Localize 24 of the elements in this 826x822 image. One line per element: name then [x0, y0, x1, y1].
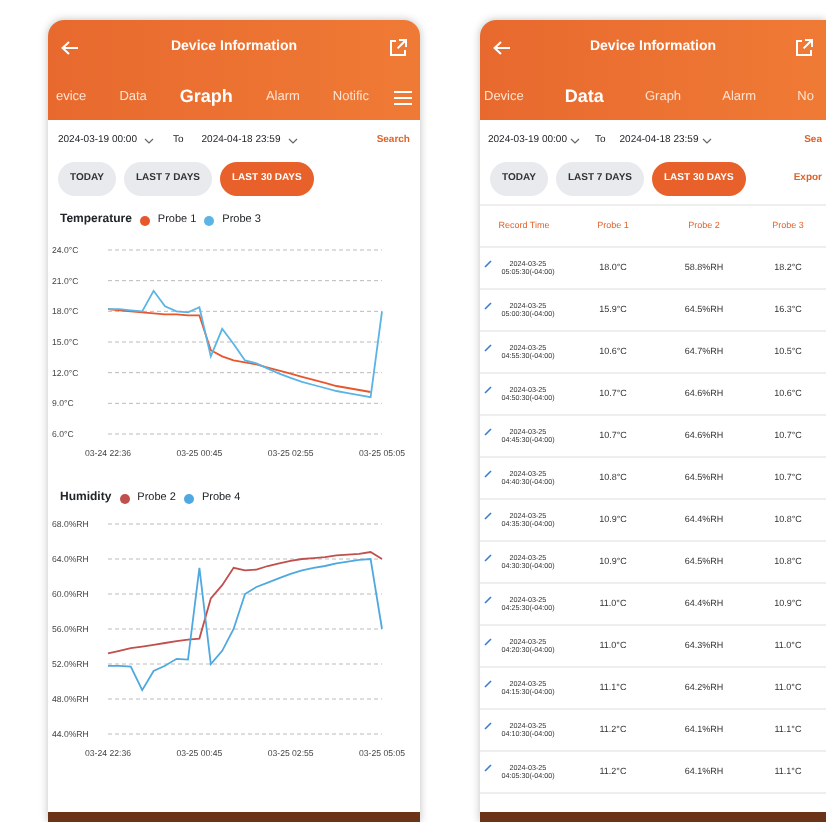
edit-icon[interactable] [484, 721, 492, 730]
edit-icon[interactable] [484, 469, 492, 478]
edit-icon[interactable] [484, 511, 492, 520]
edit-icon[interactable] [484, 595, 492, 604]
edit-icon[interactable] [484, 343, 492, 352]
menu-icon[interactable] [393, 90, 412, 106]
edit-icon[interactable] [484, 679, 492, 688]
tab[interactable]: Graph [171, 84, 241, 112]
chevron-icon[interactable] [144, 138, 155, 145]
chevron-icon[interactable] [702, 138, 713, 145]
chevron-icon[interactable] [288, 138, 299, 145]
edit-icon[interactable] [484, 385, 492, 394]
edit-icon[interactable] [484, 301, 492, 310]
edit-icon[interactable] [484, 427, 492, 436]
back-arrow-icon[interactable] [60, 40, 80, 56]
share-icon[interactable] [388, 38, 408, 58]
back-arrow-icon[interactable] [492, 40, 512, 56]
edit-icon[interactable] [484, 637, 492, 646]
edit-icon[interactable] [484, 553, 492, 562]
edit-icon[interactable] [484, 259, 492, 268]
chevron-icon[interactable] [570, 138, 581, 145]
tab[interactable]: Data [560, 84, 608, 112]
share-icon[interactable] [794, 38, 814, 58]
edit-icon[interactable] [484, 763, 492, 772]
